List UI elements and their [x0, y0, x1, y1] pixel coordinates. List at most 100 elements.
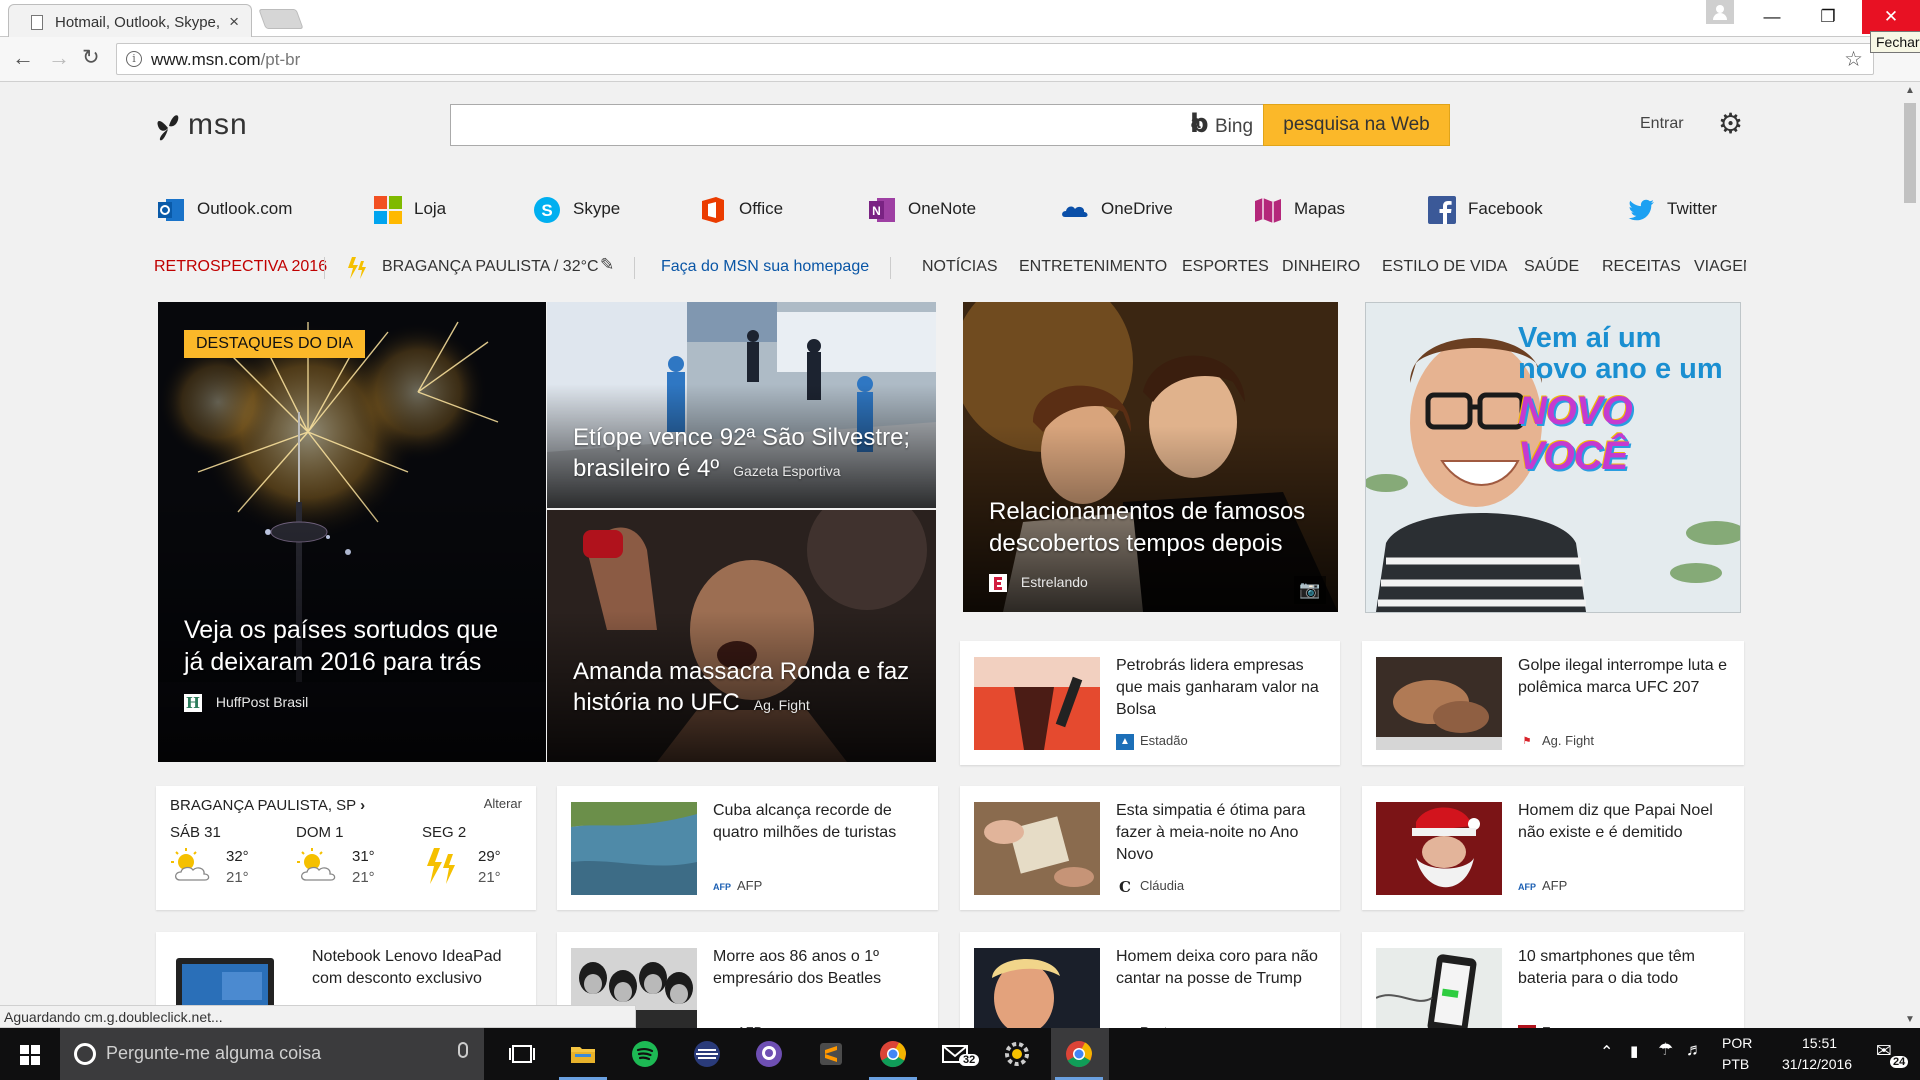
- hero-main-tile[interactable]: DESTAQUES DO DIA Veja os países sortudos…: [158, 302, 546, 762]
- nav-retrospectiva[interactable]: RETROSPECTIVA 2016: [154, 258, 327, 276]
- hero-race-tile[interactable]: Etíope vence 92ª São Silvestre; brasilei…: [547, 302, 936, 508]
- gear-icon[interactable]: ⚙: [1718, 110, 1743, 138]
- weather-low: 21°: [352, 869, 375, 886]
- page-icon: [31, 15, 43, 30]
- nav-esportes[interactable]: ESPORTES: [1182, 258, 1269, 276]
- taskbar-sublime[interactable]: [803, 1028, 859, 1080]
- scroll-up-icon[interactable]: ▲: [1905, 85, 1915, 96]
- skype-icon: S: [534, 197, 560, 223]
- quicklink-label: Twitter: [1667, 199, 1718, 218]
- browser-tab[interactable]: Hotmail, Outlook, Skype, ×: [8, 4, 252, 38]
- nav-viagem[interactable]: VIAGEM: [1694, 258, 1746, 276]
- weather-day-name: SEG 2: [422, 824, 467, 841]
- office-icon: [702, 197, 724, 223]
- weather-widget[interactable]: BRAGANÇA PAULISTA, SP › Alterar SÁB 31 3…: [156, 786, 536, 910]
- news-card[interactable]: Homem diz que Papai Noel não existe e é …: [1362, 786, 1744, 910]
- pencil-icon[interactable]: ✎: [600, 255, 614, 275]
- news-card[interactable]: Esta simpatia é ótima para fazer à meia-…: [960, 786, 1340, 910]
- restore-button[interactable]: ❐: [1800, 0, 1856, 34]
- web-search-button[interactable]: pesquisa na Web: [1263, 104, 1450, 146]
- nav-entretenimento[interactable]: ENTRETENIMENTO: [1019, 258, 1167, 276]
- clock-time[interactable]: 15:51: [1802, 1035, 1837, 1051]
- taskbar-spotify[interactable]: [617, 1028, 673, 1080]
- nav-receitas[interactable]: RECEITAS: [1602, 258, 1681, 276]
- microphone-icon[interactable]: [458, 1042, 468, 1058]
- ad-tile[interactable]: Vem aí um novo ano e um NOVO VOCÊ: [1365, 302, 1741, 613]
- hero-race-title[interactable]: Etíope vence 92ª São Silvestre; brasilei…: [573, 422, 912, 487]
- new-tab-button[interactable]: [258, 9, 304, 29]
- taskbar-github[interactable]: [741, 1028, 797, 1080]
- nav-dinheiro[interactable]: DINHEIRO: [1282, 258, 1360, 276]
- nav-saude[interactable]: SAÚDE: [1524, 258, 1579, 276]
- hero-ufc-tile[interactable]: Amanda massacra Ronda e faz história no …: [547, 510, 936, 762]
- scroll-down-icon[interactable]: ▼: [1905, 1014, 1915, 1025]
- url-host: www.msn.com: [151, 50, 261, 69]
- feature-source: Estrelando: [989, 574, 1088, 593]
- nav-estilo-de-vida[interactable]: ESTILO DE VIDA: [1382, 258, 1507, 276]
- feature-title[interactable]: Relacionamentos de famosos descobertos t…: [989, 496, 1314, 560]
- forward-icon[interactable]: →: [48, 45, 70, 71]
- bookmark-star-icon[interactable]: ☆: [1844, 47, 1863, 72]
- hero-ufc-title[interactable]: Amanda massacra Ronda e faz história no …: [573, 656, 912, 721]
- reload-icon[interactable]: ↻: [82, 45, 100, 70]
- feature-tile[interactable]: Relacionamentos de famosos descobertos t…: [963, 302, 1338, 612]
- page-scrollbar[interactable]: ▲ ▼: [1900, 83, 1920, 1027]
- tray-overflow-icon[interactable]: ⌃: [1600, 1042, 1613, 1062]
- tab-close-button[interactable]: ×: [229, 12, 239, 32]
- card-source: C Cláudia: [1116, 878, 1184, 895]
- volume-icon[interactable]: ♬: [1686, 1040, 1703, 1060]
- nav-noticias[interactable]: NOTÍCIAS: [922, 258, 998, 276]
- card-thumbnail: [1376, 802, 1502, 895]
- weather-day[interactable]: SÁB 31 32° 21°: [170, 824, 290, 904]
- tab-strip: Hotmail, Outlook, Skype, × — ❐ ✕: [0, 0, 1920, 38]
- news-card[interactable]: Cuba alcança recorde de quatro milhões d…: [557, 786, 938, 910]
- news-card[interactable]: Petrobrás lidera empresas que mais ganha…: [960, 641, 1340, 765]
- taskbar-mail[interactable]: 32: [927, 1028, 983, 1080]
- close-tooltip: Fechar: [1870, 31, 1920, 53]
- windows-start-button[interactable]: [0, 1028, 60, 1080]
- profile-icon[interactable]: [1706, 0, 1734, 24]
- back-icon[interactable]: ←: [12, 45, 34, 71]
- folder-icon: [571, 1047, 595, 1063]
- taskbar-settings[interactable]: [989, 1028, 1045, 1080]
- weather-day[interactable]: SEG 2 29° 21°: [422, 824, 542, 904]
- card-thumbnail: [974, 802, 1100, 895]
- close-window-button[interactable]: ✕: [1862, 0, 1920, 34]
- network-icon[interactable]: ☂: [1658, 1040, 1673, 1060]
- quicklink-label: Mapas: [1294, 199, 1346, 218]
- make-homepage-link[interactable]: Faça do MSN sua homepage: [661, 258, 869, 276]
- battery-icon[interactable]: ▮: [1630, 1042, 1638, 1060]
- weather-day[interactable]: DOM 1 31° 21°: [296, 824, 416, 904]
- task-view-button[interactable]: [494, 1028, 550, 1080]
- hero-main-title[interactable]: Veja os países sortudos que já deixaram …: [184, 614, 522, 678]
- language-code[interactable]: POR: [1722, 1035, 1752, 1051]
- partly-sunny-icon: [171, 848, 210, 881]
- info-icon[interactable]: i: [126, 51, 142, 67]
- weather-city[interactable]: BRAGANÇA PAULISTA, SP ›: [170, 797, 365, 814]
- scroll-thumb[interactable]: [1904, 103, 1916, 203]
- minimize-button[interactable]: —: [1744, 0, 1800, 34]
- ad-line1: Vem aí um: [1518, 322, 1662, 354]
- signin-link[interactable]: Entrar: [1640, 115, 1684, 133]
- taskbar-file-explorer[interactable]: [555, 1028, 611, 1080]
- news-card[interactable]: Golpe ilegal interrompe luta e polêmica …: [1362, 641, 1744, 765]
- taskbar-chrome[interactable]: [865, 1028, 921, 1080]
- cortana-search-box[interactable]: Pergunte-me alguma coisa: [60, 1028, 484, 1080]
- taskbar-app[interactable]: [679, 1028, 735, 1080]
- source-label: Cláudia: [1140, 878, 1185, 893]
- taskbar-chrome-active[interactable]: [1051, 1028, 1109, 1080]
- butterfly-icon: [157, 115, 179, 141]
- weather-low: 21°: [478, 869, 501, 886]
- url-text: www.msn.com/pt-br: [151, 50, 300, 70]
- url-bar[interactable]: i www.msn.com/pt-br ☆: [116, 43, 1874, 75]
- nav-weather-location[interactable]: BRAGANÇA PAULISTA / 32°C: [382, 258, 599, 276]
- clock-date[interactable]: 31/12/2016: [1782, 1056, 1852, 1072]
- quicklink-label: OneNote: [908, 199, 977, 218]
- msn-logo[interactable]: msn: [154, 108, 254, 144]
- card-title: Morre aos 86 anos o 1º empresário dos Be…: [713, 948, 882, 987]
- ad-line3: NOVO VOCÊ: [1518, 389, 1633, 478]
- estrelando-logo-icon: [989, 574, 1007, 593]
- onenote-icon: N: [869, 198, 895, 222]
- weather-change-link[interactable]: Alterar: [484, 796, 522, 811]
- keyboard-layout[interactable]: PTB: [1722, 1056, 1749, 1072]
